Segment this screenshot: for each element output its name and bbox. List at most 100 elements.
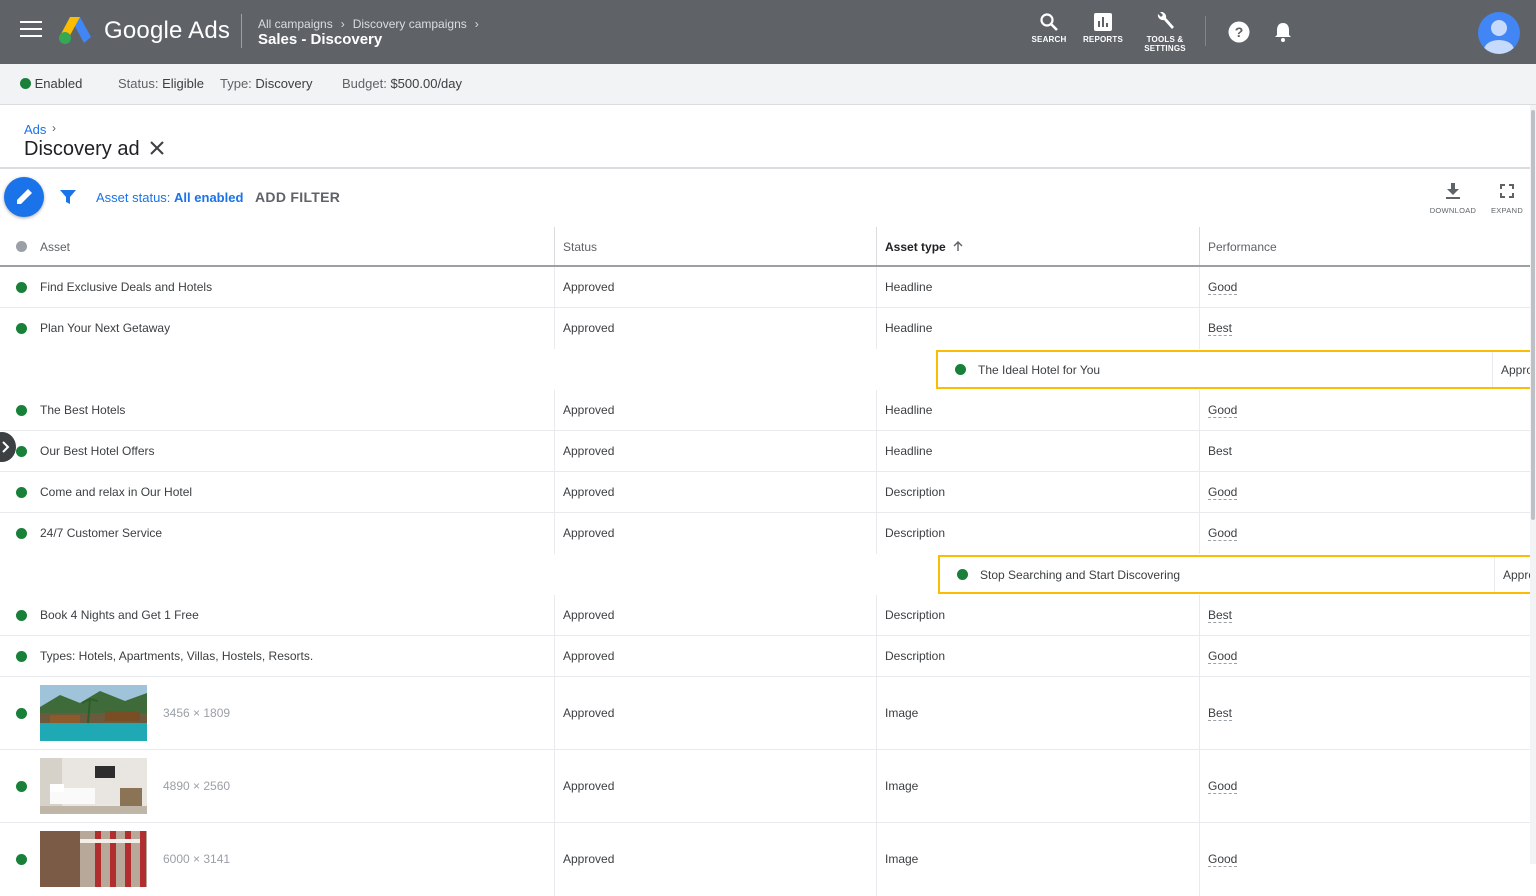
brand-name: Google Ads — [104, 17, 231, 44]
column-divider — [1199, 472, 1200, 512]
account-avatar[interactable] — [1478, 12, 1520, 54]
asset-status: Approved — [563, 706, 615, 720]
asset-text: Types: Hotels, Apartments, Villas, Hoste… — [40, 649, 314, 663]
asset-performance[interactable]: Best — [1208, 321, 1233, 336]
asset-performance[interactable]: Good — [1208, 649, 1238, 664]
tools-label-line2: SETTINGS — [1144, 44, 1186, 53]
breadcrumb: All campaigns › Discovery campaigns › — [258, 17, 487, 31]
scrollbar-thumb[interactable] — [1531, 110, 1535, 520]
table-row[interactable]: The Best Hotels Approved Headline Good — [0, 390, 1530, 431]
breadcrumb-discovery-campaigns[interactable]: Discovery campaigns — [353, 17, 467, 31]
column-divider — [1199, 431, 1200, 471]
enabled-dot-icon[interactable] — [16, 854, 27, 865]
enabled-dot-icon[interactable] — [16, 610, 27, 621]
close-icon[interactable] — [148, 139, 166, 157]
enabled-dot-icon[interactable] — [16, 405, 27, 416]
enabled-dot-icon[interactable] — [16, 651, 27, 662]
asset-type: Description — [885, 485, 946, 499]
dragged-row[interactable]: The Ideal Hotel for You Approv — [936, 350, 1536, 389]
asset-performance[interactable]: Good — [1208, 280, 1238, 295]
column-divider — [876, 308, 877, 349]
resort-pool-thumbnail[interactable] — [40, 685, 147, 741]
enabled-dot-icon[interactable] — [16, 282, 27, 293]
asset-performance[interactable]: Best — [1208, 608, 1233, 623]
table-row-image[interactable]: 6000 × 3141 Approved Image Good — [0, 823, 1530, 896]
notifications-bell-icon[interactable] — [1272, 21, 1294, 43]
table-row[interactable]: Find Exclusive Deals and Hotels Approved… — [0, 267, 1530, 308]
column-divider — [876, 636, 877, 676]
enabled-dot-icon[interactable] — [16, 446, 27, 457]
asset-performance[interactable]: Good — [1208, 852, 1238, 867]
enabled-dot-icon[interactable] — [16, 781, 27, 792]
table-row-image[interactable]: 3456 × 1809 Approved Image Best — [0, 677, 1530, 750]
enabled-dot-icon[interactable] — [16, 323, 27, 334]
column-header-asset[interactable]: Asset — [40, 240, 70, 254]
hotel-terrace-thumbnail[interactable] — [40, 831, 147, 887]
table-row[interactable]: 24/7 Customer Service Approved Descripti… — [0, 513, 1530, 554]
enabled-dot-icon — [957, 569, 968, 580]
table-row[interactable]: Types: Hotels, Apartments, Villas, Hoste… — [0, 636, 1530, 677]
breadcrumb-all-campaigns[interactable]: All campaigns — [258, 17, 333, 31]
column-divider — [1199, 267, 1200, 307]
status-dot-header-icon[interactable] — [16, 241, 27, 252]
asset-performance[interactable]: Best — [1208, 706, 1233, 721]
table-row[interactable]: Plan Your Next Getaway Approved Headline… — [0, 308, 1530, 349]
column-divider — [876, 390, 877, 430]
edit-button[interactable] — [4, 177, 44, 217]
table-row[interactable]: Our Best Hotel Offers Approved Headline … — [0, 431, 1530, 472]
column-divider — [876, 750, 877, 822]
asset-text: 24/7 Customer Service — [40, 526, 163, 540]
side-panel-toggle[interactable] — [0, 432, 16, 462]
enabled-dot-icon — [20, 78, 31, 89]
column-divider — [876, 513, 877, 554]
column-divider — [554, 677, 555, 749]
ads-breadcrumb-link[interactable]: Ads — [24, 122, 46, 137]
campaign-budget[interactable]: Budget: $500.00/day — [342, 76, 462, 91]
menu-icon[interactable] — [20, 21, 42, 43]
table-row-image[interactable]: 4890 × 2560 Approved Image Good — [0, 750, 1530, 823]
asset-text: Book 4 Nights and Get 1 Free — [40, 608, 199, 622]
asset-performance[interactable]: Good — [1208, 526, 1238, 541]
column-divider — [876, 227, 877, 265]
download-button[interactable]: DOWNLOAD — [1428, 182, 1478, 215]
chevron-right-icon — [2, 441, 10, 453]
column-divider — [554, 513, 555, 554]
table-row[interactable]: Come and relax in Our Hotel Approved Des… — [0, 472, 1530, 513]
hotel-room-thumbnail[interactable] — [40, 758, 147, 814]
google-ads-logo[interactable] — [58, 15, 92, 45]
dragged-row[interactable]: Stop Searching and Start Discovering App… — [938, 555, 1536, 594]
asset-performance[interactable]: Best — [1208, 444, 1232, 458]
enabled-dot-icon[interactable] — [16, 528, 27, 539]
asset-status-label: Asset status: — [96, 190, 171, 205]
column-divider — [1199, 750, 1200, 822]
asset-text: Plan Your Next Getaway — [40, 321, 171, 335]
enabled-dot-icon[interactable] — [16, 708, 27, 719]
dragged-asset-text: The Ideal Hotel for You — [978, 363, 1101, 377]
asset-type: Description — [885, 526, 946, 540]
column-divider — [554, 390, 555, 430]
enabled-dot-icon[interactable] — [16, 487, 27, 498]
reports-icon — [1094, 13, 1112, 31]
table-row[interactable]: Book 4 Nights and Get 1 Free Approved De… — [0, 595, 1530, 636]
divider — [241, 14, 242, 48]
filter-icon[interactable] — [59, 189, 77, 205]
asset-performance[interactable]: Good — [1208, 779, 1238, 794]
asset-performance[interactable]: Good — [1208, 485, 1238, 500]
current-campaign[interactable]: Sales - Discovery — [258, 31, 382, 48]
asset-status-filter-chip[interactable]: Asset status: All enabled — [96, 190, 243, 205]
asset-performance[interactable]: Good — [1208, 403, 1238, 418]
chevron-right-icon: › — [474, 17, 479, 31]
help-icon[interactable]: ? — [1228, 21, 1250, 43]
column-header-status[interactable]: Status — [563, 240, 597, 254]
drop-gap: The Ideal Hotel for You Approv — [0, 349, 1536, 390]
column-divider — [1199, 390, 1200, 430]
reports-button[interactable]: REPORTS — [1071, 12, 1135, 44]
expand-button[interactable]: EXPAND — [1487, 182, 1527, 215]
campaign-type: Type: Discovery — [220, 76, 313, 91]
asset-text: Come and relax in Our Hotel — [40, 485, 193, 499]
enabled-status[interactable]: Enabled — [20, 76, 82, 91]
column-header-asset-type[interactable]: Asset type — [885, 240, 963, 254]
column-header-performance[interactable]: Performance — [1208, 240, 1277, 254]
tools-settings-button[interactable]: TOOLS & SETTINGS — [1133, 12, 1197, 53]
add-filter-button[interactable]: ADD FILTER — [255, 189, 340, 205]
